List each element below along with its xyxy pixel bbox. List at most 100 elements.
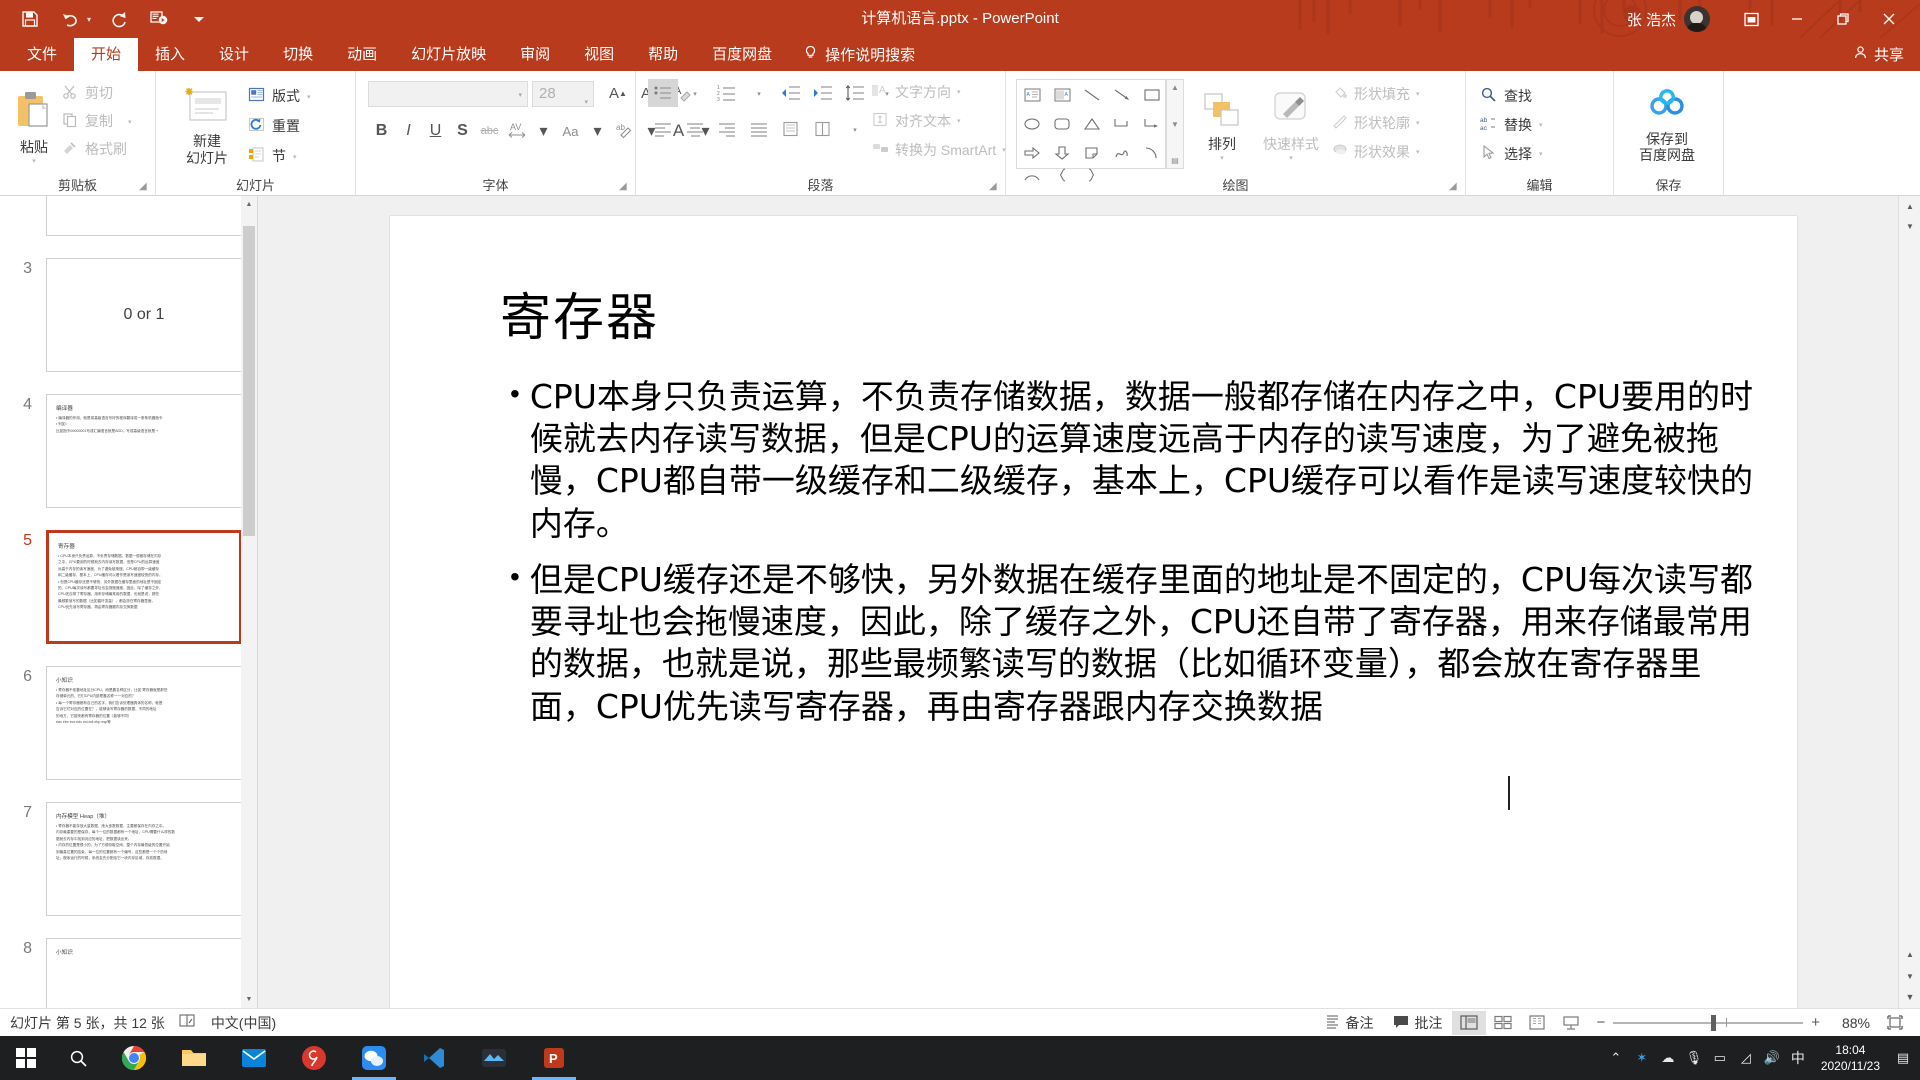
scroll-bottom-icon[interactable]: ▼ [1899, 986, 1920, 1008]
quick-styles-button[interactable]: 快速样式 ▾ [1254, 79, 1328, 171]
network-icon[interactable]: ◿ [1733, 1036, 1759, 1080]
tab-view[interactable]: 视图 [567, 38, 631, 71]
previous-slide-icon[interactable]: ▲ [1899, 944, 1920, 964]
align-text-caret[interactable]: ▾ [957, 118, 961, 125]
minimize-icon[interactable] [1774, 0, 1820, 38]
spellcheck-icon[interactable] [179, 1013, 197, 1032]
replace-button[interactable]: ab ac 替换 ▾ [1480, 110, 1590, 139]
text-highlight-icon[interactable]: ab [611, 117, 638, 145]
shape-line-icon[interactable] [1077, 80, 1107, 109]
numbering-caret[interactable]: ▾ [744, 80, 774, 108]
shape-effects-button[interactable]: 形状效果 ▾ [1332, 137, 1452, 166]
ime-indicator[interactable]: 中 [1785, 1036, 1811, 1080]
shape-right-arrow-icon[interactable] [1017, 138, 1047, 167]
align-left-button[interactable] [648, 115, 678, 143]
font-name-combobox[interactable]: ▾ [368, 81, 528, 107]
avatar[interactable] [1684, 6, 1710, 32]
thumbnail-row-7[interactable]: 7 内存模型 Heap（堆） • 寄存器不能存放大量数据，绝大多数数据，主要都保… [0, 798, 257, 934]
tab-review[interactable]: 审阅 [503, 38, 567, 71]
arrange-caret[interactable]: ▾ [1220, 155, 1224, 162]
clipboard-dialog-launcher[interactable]: ◢ [139, 181, 150, 192]
windows-start-icon[interactable] [0, 1036, 52, 1080]
thumbnail-row-2[interactable]: 2 • 高级语言（BASIC、C、C++、Python、Java等） • 专用语… [0, 196, 257, 254]
slide-surface[interactable]: 寄存器 • CPU本身只负责运算，不负责存储数据，数据一般都存储在内存之中，CP… [390, 216, 1797, 1008]
thumbnail-scroll-thumb[interactable] [243, 226, 255, 536]
battery-icon[interactable]: ▭ [1707, 1036, 1733, 1080]
shape-arrow-icon[interactable] [1107, 80, 1137, 109]
start-slideshow-icon[interactable] [147, 7, 171, 31]
select-caret[interactable]: ▾ [1539, 151, 1543, 158]
comments-button[interactable]: 批注 [1383, 1009, 1452, 1037]
shape-fill-button[interactable]: 形状填充 ▾ [1332, 79, 1452, 108]
microphone-icon[interactable]: 🎙 [1681, 1036, 1707, 1080]
slide-thumbnail-pane[interactable]: 2 • 高级语言（BASIC、C、C++、Python、Java等） • 专用语… [0, 196, 258, 1008]
shape-elbow-connector-icon[interactable] [1107, 109, 1137, 138]
quick-access-toolbar[interactable]: ▾ [18, 0, 211, 38]
tab-baidu-netdisk[interactable]: 百度网盘 [695, 38, 789, 71]
close-icon[interactable] [1866, 0, 1912, 38]
volume-icon[interactable]: 🔊 [1759, 1036, 1785, 1080]
tab-design[interactable]: 设计 [202, 38, 266, 71]
undo-dropdown-caret[interactable]: ▾ [87, 15, 91, 24]
shape-outline-caret[interactable]: ▾ [1416, 120, 1420, 127]
arrange-button[interactable]: 排列 ▾ [1192, 79, 1252, 171]
customize-qat-icon[interactable] [187, 7, 211, 31]
shape-textbox-icon[interactable]: A [1017, 80, 1047, 109]
italic-button[interactable]: I [395, 117, 422, 145]
powerpoint-icon[interactable]: P [524, 1036, 584, 1080]
zoom-level-label[interactable]: 88% [1828, 1015, 1870, 1031]
reading-view-icon[interactable] [1520, 1011, 1554, 1035]
shape-scribble-icon[interactable] [1107, 138, 1137, 167]
netease-music-icon[interactable] [284, 1036, 344, 1080]
increase-indent-button[interactable] [808, 79, 838, 107]
font-size-caret[interactable]: ▾ [584, 91, 588, 115]
share-button[interactable]: 共享 [1853, 38, 1904, 71]
font-size-combobox[interactable]: 28 ▾ [532, 81, 594, 107]
chevron-up-icon[interactable]: ⌃ [1603, 1036, 1629, 1080]
shape-triangle-icon[interactable] [1077, 109, 1107, 138]
shape-arc-icon[interactable] [1137, 138, 1167, 167]
restore-icon[interactable] [1820, 0, 1866, 38]
align-right-button[interactable] [712, 115, 742, 143]
notification-icon[interactable]: ▤ [1890, 1036, 1916, 1080]
tab-insert[interactable]: 插入 [138, 38, 202, 71]
find-button[interactable]: 查找 [1480, 81, 1590, 110]
save-icon[interactable] [18, 7, 42, 31]
shapes-gallery-scrollbar[interactable]: ▲ ▼ ▤ [1166, 79, 1184, 169]
text-columns-button[interactable] [808, 115, 838, 143]
reset-button[interactable]: 重置 [248, 111, 340, 141]
fit-slide-icon[interactable] [1878, 1011, 1912, 1035]
text-columns-caret[interactable]: ▾ [840, 116, 870, 144]
shape-rectangle-icon[interactable] [1137, 80, 1167, 109]
slide-title[interactable]: 寄存器 [500, 276, 659, 350]
change-case-button[interactable]: Aa [557, 117, 584, 145]
decrease-indent-button[interactable] [776, 79, 806, 107]
user-name[interactable]: 张 浩杰 [1627, 9, 1676, 30]
slide-thumbnail-8[interactable]: 小知识 [46, 938, 242, 1008]
line-spacing-button[interactable] [840, 79, 870, 107]
shadow-button[interactable]: S [449, 117, 476, 145]
normal-view-icon[interactable] [1452, 1010, 1487, 1035]
tab-file[interactable]: 文件 [10, 38, 74, 71]
bold-button[interactable]: B [368, 117, 395, 145]
zoom-track[interactable] [1613, 1014, 1804, 1031]
shapes-gallery-more-icon[interactable]: ▤ [1171, 156, 1179, 165]
zoom-out-button[interactable]: − [1596, 1014, 1605, 1031]
slide-thumbnail-2[interactable]: • 高级语言（BASIC、C、C++、Python、Java等） • 专用语言（… [46, 196, 242, 236]
thumbnail-scroll-down-icon[interactable]: ▼ [241, 991, 257, 1008]
thumbnail-scroll-up-icon[interactable]: ▲ [241, 196, 257, 213]
wechat-icon[interactable] [344, 1036, 404, 1080]
tab-animations[interactable]: 动画 [330, 38, 394, 71]
text-direction-caret[interactable]: ▾ [957, 89, 961, 96]
slide-thumbnail-7[interactable]: 内存模型 Heap（堆） • 寄存器不能存放大量数据，绝大多数数据，主要都保存在… [46, 802, 242, 916]
ribbon-display-options-icon[interactable] [1728, 0, 1774, 38]
shape-folded-corner-icon[interactable] [1077, 138, 1107, 167]
slide-thumbnail-4[interactable]: 编译器 • 编译器的作用，就是将高级语言写好的程序翻译成一条条机器指令 • 列如… [46, 394, 242, 508]
thumbnail-row-4[interactable]: 4 编译器 • 编译器的作用，就是将高级语言写好的程序翻译成一条条机器指令 • … [0, 390, 257, 526]
section-dropdown-caret[interactable]: ▾ [293, 154, 297, 161]
align-center-button[interactable] [680, 115, 710, 143]
drawing-dialog-launcher[interactable]: ◢ [1449, 181, 1460, 192]
tell-me-search[interactable]: 操作说明搜索 [789, 38, 929, 71]
notes-button[interactable]: 备注 [1315, 1009, 1383, 1037]
shape-vertical-textbox-icon[interactable]: A [1047, 80, 1077, 109]
